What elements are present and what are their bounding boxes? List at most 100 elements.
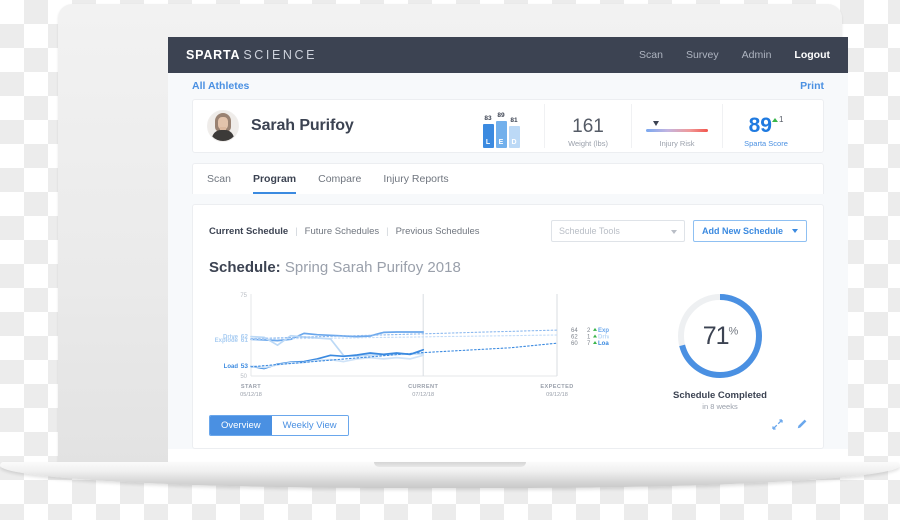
sparta-score-value: 89 [748, 114, 772, 137]
svg-text:62: 62 [571, 335, 578, 341]
tab-program[interactable]: Program [252, 173, 297, 194]
donut-percent-value: 71 [702, 321, 730, 350]
injury-risk-bar [646, 129, 708, 132]
svg-text:2: 2 [587, 328, 591, 334]
link-future-schedules[interactable]: Future Schedules [305, 226, 379, 237]
panel-icon-group [772, 417, 807, 435]
schedule-title-value: Spring Sarah Purifoy 2018 [284, 259, 461, 276]
avatar[interactable] [207, 110, 239, 142]
svg-text:07/12/18: 07/12/18 [412, 392, 434, 398]
laptop-mockup: SPARTA SCIENCE Scan Survey Admin Logout … [0, 0, 900, 520]
svg-text:64: 64 [571, 328, 578, 334]
tab-compare[interactable]: Compare [318, 173, 361, 194]
chart-row: 7550Drive62Explode61Load53642Explode621D… [209, 284, 807, 411]
view-toggle: Overview Weekly View [209, 415, 349, 436]
tab-scan[interactable]: Scan [207, 173, 231, 194]
app-header: SPARTA SCIENCE Scan Survey Admin Logout [168, 37, 848, 73]
topnav-item-scan[interactable]: Scan [639, 49, 663, 61]
sparta-score-delta-value: 1 [778, 115, 784, 124]
logo-bold-text: SPARTA [186, 48, 241, 62]
led-key-explode: E [498, 139, 504, 146]
add-new-schedule-button[interactable]: Add New Schedule [692, 220, 807, 242]
topnav-item-admin[interactable]: Admin [742, 49, 772, 61]
led-metric[interactable]: 83 L 89 E 81 D [458, 104, 544, 148]
tabs-wrap: Scan Program Compare Injury Reports [168, 163, 848, 194]
weight-metric: 161 Weight (lbs) [544, 104, 631, 148]
svg-text:05/12/18: 05/12/18 [240, 392, 262, 398]
schedule-tools-select[interactable]: Schedule Tools [550, 220, 685, 242]
panel-wrap: Current Schedule | Future Schedules | Pr… [168, 194, 848, 449]
donut-percent: 71% [702, 321, 739, 351]
laptop-base-notch [374, 462, 526, 467]
led-bars: 83 L 89 E 81 D [482, 112, 520, 148]
led-bar-drive: 81 D [508, 117, 520, 148]
svg-text:1: 1 [587, 335, 591, 341]
schedule-title-label: Schedule: [209, 259, 281, 276]
edit-pencil-icon[interactable] [796, 417, 807, 435]
sparta-score-delta: 1 [771, 115, 784, 124]
separator-2: | [386, 225, 389, 237]
led-value-drive: 81 [510, 117, 518, 124]
program-panel: Current Schedule | Future Schedules | Pr… [192, 204, 824, 449]
svg-text:Load: Load [224, 364, 239, 370]
svg-text:7: 7 [587, 341, 591, 347]
avatar-body [212, 130, 234, 141]
laptop-screen: SPARTA SCIENCE Scan Survey Admin Logout … [168, 37, 848, 467]
progress-line-chart[interactable]: 7550Drive62Explode61Load53642Explode621D… [209, 284, 622, 407]
link-current-schedule[interactable]: Current Schedule [209, 226, 288, 237]
donut-caption: Schedule Completed [673, 390, 767, 401]
print-link[interactable]: Print [800, 80, 824, 92]
donut-percent-symbol: % [728, 325, 739, 338]
svg-text:CURRENT: CURRENT [408, 384, 438, 390]
breadcrumb-row: All Athletes Print [168, 73, 848, 99]
view-toggle-row: Overview Weekly View [209, 415, 807, 448]
topnav-item-survey[interactable]: Survey [686, 49, 719, 61]
schedule-toolbar: Current Schedule | Future Schedules | Pr… [209, 219, 807, 243]
svg-text:53: 53 [241, 363, 249, 370]
breadcrumb-all-athletes[interactable]: All Athletes [192, 80, 249, 92]
led-key-drive: D [511, 139, 517, 146]
toggle-weekly-view[interactable]: Weekly View [271, 416, 348, 435]
chevron-down-icon [670, 226, 677, 236]
tab-bar: Scan Program Compare Injury Reports [192, 163, 824, 194]
sparta-science-logo[interactable]: SPARTA SCIENCE [186, 48, 317, 62]
athlete-profile-card: Sarah Purifoy 83 L 89 E 81 D 161 Weight … [192, 99, 824, 153]
led-key-load: L [485, 139, 491, 146]
sparta-score-metric[interactable]: 89 1 Sparta Score [722, 104, 809, 148]
expand-icon[interactable] [772, 417, 783, 435]
add-new-schedule-label: Add New Schedule [701, 226, 783, 236]
separator-1: | [295, 225, 298, 237]
athlete-name: Sarah Purifoy [251, 117, 354, 134]
svg-text:EXPECTED: EXPECTED [540, 384, 573, 390]
svg-text:60: 60 [571, 341, 578, 347]
donut-chart[interactable]: 71% [674, 290, 766, 382]
topnav-item-logout[interactable]: Logout [794, 49, 830, 61]
injury-risk-label: Injury Risk [659, 139, 695, 148]
top-navigation: Scan Survey Admin Logout [639, 49, 830, 61]
tab-injury-reports[interactable]: Injury Reports [383, 173, 448, 194]
weight-label: Weight (lbs) [568, 139, 608, 148]
chart-svg: 7550Drive62Explode61Load53642Explode621D… [215, 293, 622, 398]
led-value-load: 83 [484, 115, 492, 122]
svg-text:Drive: Drive [598, 335, 609, 341]
svg-text:75: 75 [240, 293, 247, 299]
link-previous-schedules[interactable]: Previous Schedules [396, 226, 480, 237]
laptop-lid: SPARTA SCIENCE Scan Survey Admin Logout … [58, 4, 848, 470]
metrics-group: 83 L 89 E 81 D 161 Weight (lbs) Injury R… [458, 104, 809, 148]
donut-center: 71% [685, 301, 755, 371]
toggle-overview[interactable]: Overview [210, 416, 272, 435]
schedule-completion-widget: 71% Schedule Completed in 8 weeks [645, 290, 795, 411]
triangle-up-icon [771, 117, 778, 122]
weight-value: 161 [572, 116, 604, 137]
svg-text:START: START [241, 384, 261, 390]
injury-risk-metric[interactable]: Injury Risk [631, 104, 722, 148]
svg-text:50: 50 [240, 374, 247, 380]
led-bar-explode: 89 E [495, 112, 507, 148]
svg-text:61: 61 [241, 337, 249, 344]
profile-card-wrap: Sarah Purifoy 83 L 89 E 81 D 161 Weight … [168, 99, 848, 163]
logo-light-text: SCIENCE [243, 48, 318, 62]
chevron-down-icon [792, 229, 798, 233]
schedule-tools-placeholder: Schedule Tools [558, 226, 620, 236]
donut-subcaption: in 8 weeks [702, 402, 738, 411]
schedule-title: Schedule: Spring Sarah Purifoy 2018 [209, 259, 807, 276]
